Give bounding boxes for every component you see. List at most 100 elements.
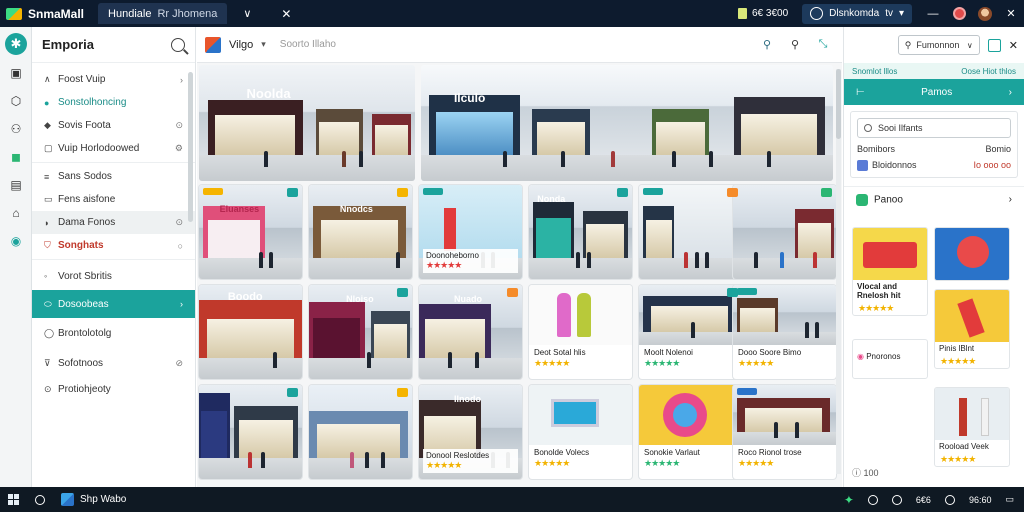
window-close-button[interactable]: ✕ [998,0,1024,27]
tile-caption: Donool Reslotdes ★★★★★ [423,449,518,473]
featured-tile[interactable]: ◉ Pnoronos [852,339,928,379]
filter-input[interactable]: Sooi Ilfants [857,118,1011,138]
sidebar-item[interactable]: ◯ Brontolotolg [32,318,195,348]
start-icon[interactable] [8,494,19,505]
product-tile[interactable]: Dooo Soore Bimo ★★★★★ [733,285,836,379]
filter-input-value: Sooi Ilfants [878,123,923,133]
panel-header-bar[interactable]: ⊢ Pamos › [844,79,1024,105]
grid-scrollbar[interactable] [836,69,841,474]
zoom-icon[interactable]: ⚲ [788,38,802,52]
section-header[interactable]: Panoo › [844,186,1024,212]
product-tile[interactable]: Deot Sotal hlis ★★★★★ [529,285,632,379]
tab-subtitle: Rr Jhomena [157,7,218,20]
sidebar-item[interactable]: ◗ Dama Fonos ⊙ [32,211,195,234]
rail-store-icon[interactable]: ⌂ [0,199,32,227]
product-tile[interactable]: Eluanses [199,185,302,279]
product-tile[interactable]: Roco Rionol trose ★★★★★ [733,385,836,479]
tile-title: Bonolde Volecs [534,448,590,457]
search-icon[interactable] [35,494,45,505]
sidebar-scrollbar[interactable] [188,72,193,222]
minimize-button[interactable]: — [920,0,946,27]
sidebar-item[interactable]: ● Sonstolhoncing [32,91,195,114]
filter-value[interactable]: Bloidonnos [872,160,917,170]
chevron-down-icon[interactable]: ▾ [261,39,266,50]
product-tile[interactable] [639,185,742,279]
search-icon[interactable]: ⚲ [760,38,774,52]
edit-icon[interactable] [987,38,1001,52]
sidebar-item-label: Songhats [58,240,104,251]
account-button[interactable]: Dlsnkomda tv ▾ [802,3,912,24]
expand-icon[interactable]: ⤡ [816,38,830,52]
settings-icon[interactable] [891,494,902,505]
info-icon: ⊙ [175,120,183,130]
product-tile[interactable]: Sonokie Varlaut ★★★★★ [639,385,742,479]
network-icon[interactable] [867,494,878,505]
close-icon[interactable]: ✕ [281,7,291,21]
product-tile[interactable] [733,185,836,279]
volume-icon[interactable] [944,494,955,505]
rating-stars: ★★★★★ [644,358,680,368]
shield-icon [856,193,868,206]
rail-bag-icon[interactable]: ◼ [0,143,32,171]
featured-tile[interactable] [934,227,1010,281]
rail-people-icon[interactable]: ⚇ [0,115,32,143]
brand-icon[interactable]: ✱ [5,33,27,55]
product-tile[interactable] [309,385,412,479]
product-tile[interactable]: Bonolde Volecs ★★★★★ [529,385,632,479]
chevron-right-icon[interactable]: › [1009,87,1012,98]
product-tile[interactable]: Nuado [419,285,522,379]
product-tile[interactable]: Nonda [529,185,632,279]
star-icon[interactable]: ✦ [844,493,854,507]
product-tile[interactable]: Nloiso [309,285,412,379]
category-icon[interactable] [205,36,221,53]
notifications-icon[interactable]: ▭ [1005,494,1014,505]
rail-home-icon[interactable]: ▣ [0,59,32,87]
tile-title: Roco Rionol trose [738,448,802,457]
sidebar-item[interactable]: ◦ Vorot Sbritis [32,262,195,290]
category-label[interactable]: Vilgo [229,39,253,51]
breadcrumb[interactable]: Soorto Illaho [280,39,336,50]
tag-badge [423,188,443,195]
sidebar-item[interactable]: ⊽ Sofotnoos ⊘ [32,348,195,378]
rail-location-icon[interactable]: ⬡ [0,87,32,115]
chevron-down-icon[interactable]: ∨ [243,7,251,20]
avatar-button[interactable] [972,0,998,27]
promo-banner[interactable]: Snomlot lllos Oose Hiot thlos [844,63,1024,79]
rail-book-icon[interactable]: ▤ [0,171,32,199]
search-icon[interactable] [171,37,185,52]
sidebar-item[interactable]: ∧ Foost Vuip › [32,68,195,91]
window-tab[interactable]: Hundiale Rr Jhomena [98,3,228,24]
featured-tile[interactable]: Rooload Veek ★★★★★ [934,387,1010,467]
badge-icon: ⬭ [44,298,52,309]
sidebar-item[interactable]: ▢ Vuip Horlodoowed ⚙ [32,137,195,160]
brand-icon: ◉ [857,352,867,361]
product-tile[interactable] [199,385,302,479]
rail-globe-icon[interactable]: ◉ [0,227,32,255]
sidebar-item[interactable]: ≡ Sans Sodos [32,165,195,188]
notification-button[interactable] [946,0,972,27]
badge-icon [617,188,628,197]
sidebar-item[interactable]: ⊙ Protiohjeoty [32,378,195,401]
featured-tile[interactable]: Vlocal and Rnelosh hit ★★★★★ [852,227,928,316]
left-rail: ✱ ▣ ⬡ ⚇ ◼ ▤ ⌂ ◉ [0,27,32,487]
product-tile[interactable]: Moolt Nolenoi ★★★★★ [639,285,742,379]
browser-icon[interactable] [61,493,74,506]
sidebar-item[interactable]: ▭ Fens aisfone [32,188,195,211]
product-tile[interactable]: Nnodcs [309,185,412,279]
sidebar-item-active[interactable]: ⬭ Dosoobeas › [32,290,195,318]
sidebar-item[interactable]: ◆ Sovis Foota ⊙ [32,114,195,137]
close-icon[interactable]: ✕ [1009,39,1018,52]
rating-stars: ★★★★★ [644,458,680,468]
product-tile[interactable]: Ilnodo Donool Reslotdes ★★★★★ [419,385,522,479]
hero-banner[interactable]: Noolda [199,65,415,181]
wallet-balance[interactable]: 6€ 3€00 [738,8,788,19]
sidebar: Emporia ∧ Foost Vuip › ● Sonstolhoncing … [32,27,196,487]
taskbar-app-label[interactable]: Shp Wabo [80,494,126,505]
product-tile[interactable]: Boodo [199,285,302,379]
featured-tile[interactable]: Pinis lBlnt ★★★★★ [934,289,1010,369]
hero-banner[interactable]: Ilculo [421,65,833,181]
sidebar-item[interactable]: ⛉ Songhats ○ [32,234,195,257]
sort-select[interactable]: ⚲ Fumonnon ∨ [897,35,980,55]
product-tile[interactable]: Doonoheborno ★★★★★ [419,185,522,279]
back-icon[interactable]: ⊢ [856,87,865,98]
